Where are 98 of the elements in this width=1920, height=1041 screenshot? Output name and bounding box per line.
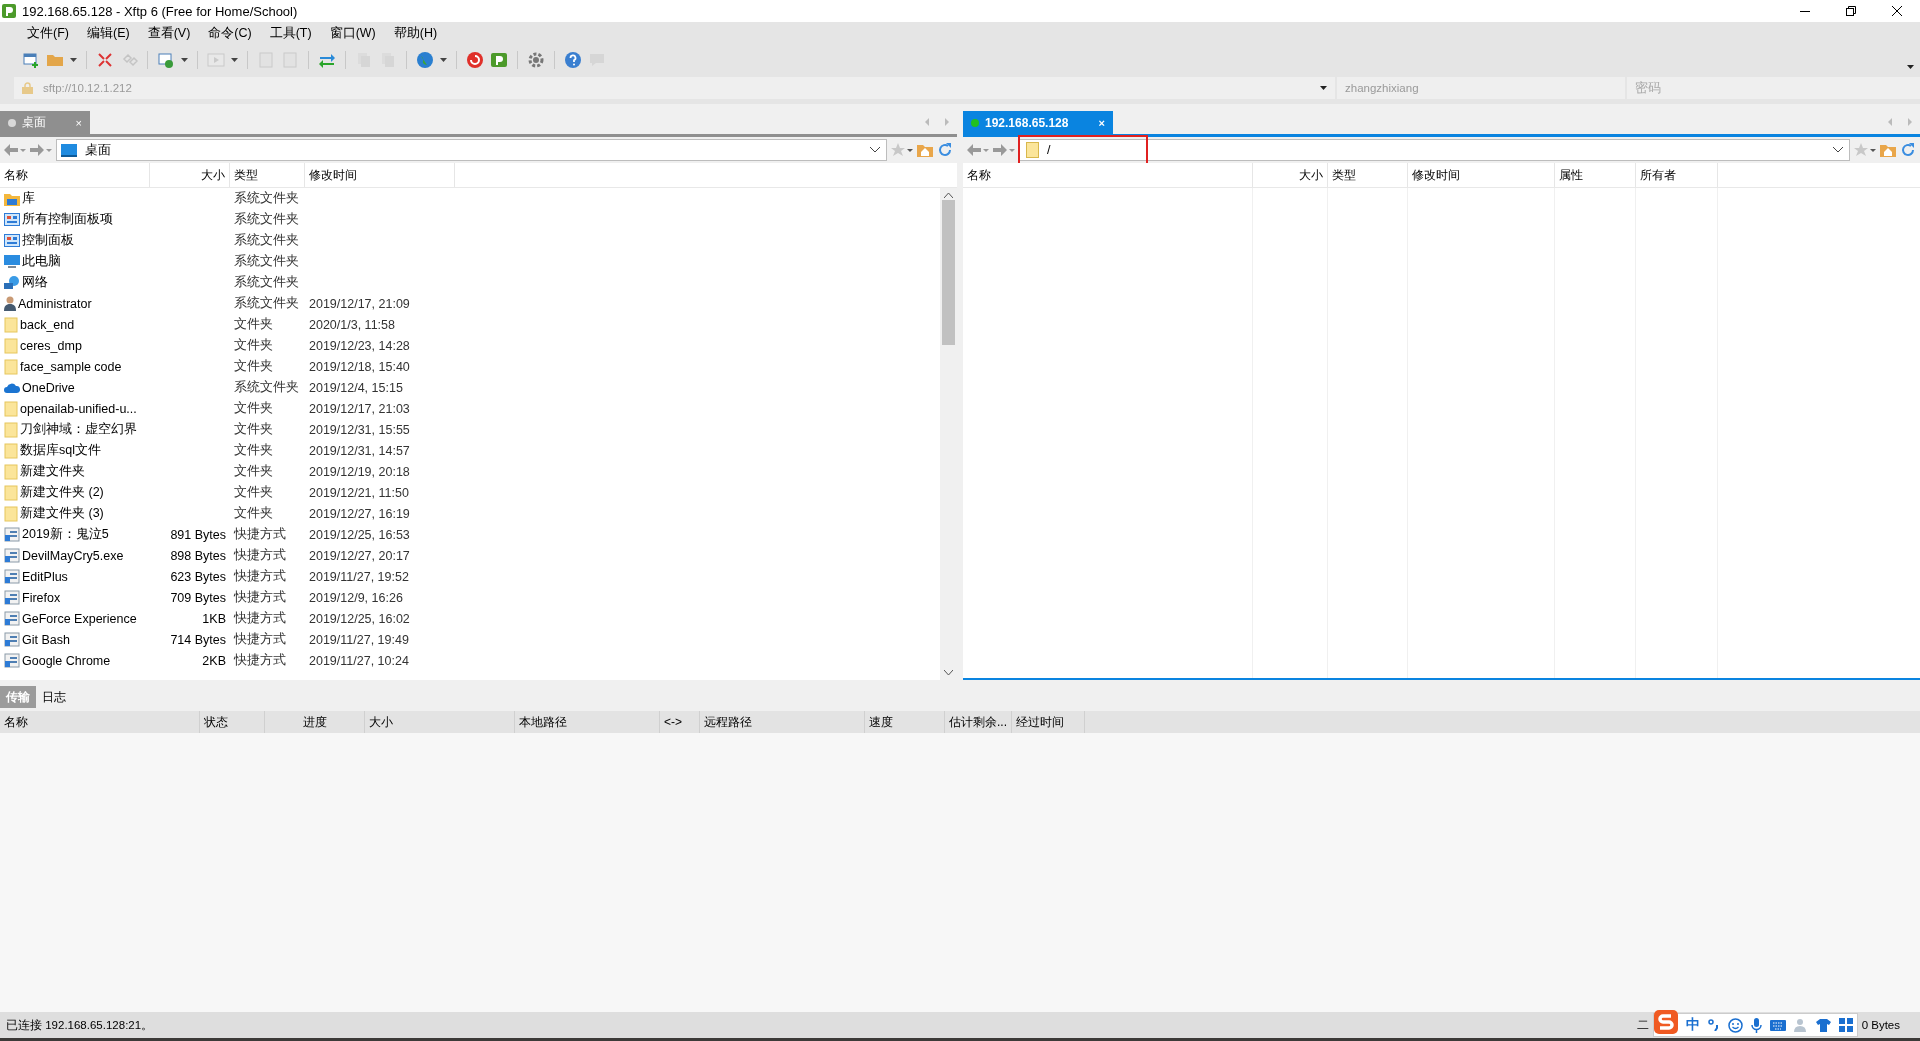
file-name[interactable]: GeForce Experience	[22, 611, 137, 626]
file-size: 2KB	[202, 653, 226, 668]
file-name[interactable]: Administrator	[18, 296, 92, 311]
file-type: 系统文件夹	[234, 274, 299, 291]
file-name[interactable]: openailab-unified-u...	[20, 401, 137, 416]
menu-item[interactable]: 查看(V)	[138, 24, 200, 42]
modified-time: 2019/11/27, 19:49	[309, 632, 409, 647]
modified-time: 2019/12/17, 21:09	[309, 296, 410, 311]
window-title: 192.168.65.128 - Xftp 6 (Free for Home/School)	[22, 3, 299, 19]
modified-time: 2020/1/3, 11:58	[309, 317, 395, 332]
file-type: 系统文件夹	[234, 295, 299, 312]
file-type: 快捷方式	[234, 568, 286, 585]
file-name[interactable]: 网络	[22, 274, 48, 291]
file-name[interactable]: 2019新：鬼泣5	[22, 526, 109, 543]
file-type: 快捷方式	[234, 547, 286, 564]
menu-item[interactable]: 帮助(H)	[384, 24, 447, 42]
column-header[interactable]: 类型	[1328, 163, 1408, 187]
modified-time: 2019/12/17, 21:03	[309, 401, 410, 416]
menu-item[interactable]: 窗口(W)	[320, 24, 385, 42]
password-field[interactable]: 密码	[1627, 77, 1920, 99]
modified-time: 2019/12/21, 11:50	[309, 485, 409, 500]
file-size: 709 Bytes	[170, 590, 226, 605]
panel-tab[interactable]: 日志	[36, 686, 72, 708]
file-type: 快捷方式	[234, 631, 286, 648]
modified-time: 2019/12/18, 15:40	[309, 359, 410, 374]
file-type: 文件夹	[234, 421, 273, 438]
column-header[interactable]: 类型	[230, 163, 305, 187]
file-name[interactable]: 新建文件夹 (3)	[20, 505, 104, 522]
modified-time: 2019/12/31, 15:55	[309, 422, 410, 437]
file-type: 系统文件夹	[234, 379, 299, 396]
file-type: 文件夹	[234, 358, 273, 375]
file-size: 714 Bytes	[170, 632, 226, 647]
menu-item[interactable]: 工具(T)	[260, 24, 321, 42]
column-header[interactable]: 名称	[963, 163, 1253, 187]
ime-mode[interactable]: 中	[1685, 1016, 1700, 1034]
file-name[interactable]: face_sample code	[20, 359, 122, 374]
file-type: 文件夹	[234, 316, 273, 333]
file-name[interactable]: OneDrive	[22, 380, 75, 395]
file-name[interactable]: 新建文件夹 (2)	[20, 484, 104, 501]
column-header[interactable]: 名称	[0, 163, 150, 187]
modified-time: 2019/12/25, 16:02	[309, 611, 410, 626]
ime-toolbar[interactable]: 中	[1652, 1013, 1858, 1037]
modified-time: 2019/12/25, 16:53	[309, 527, 410, 542]
status-text: 二	[1636, 1017, 1649, 1033]
file-name[interactable]: DevilMayCry5.exe	[22, 548, 124, 563]
file-size: 891 Bytes	[170, 527, 226, 542]
file-type: 快捷方式	[234, 526, 286, 543]
modified-time: 2019/12/9, 16:26	[309, 590, 403, 605]
column-header[interactable]: 修改时间	[305, 163, 455, 187]
file-name[interactable]: Git Bash	[22, 632, 70, 647]
file-type: 文件夹	[234, 400, 273, 417]
transfer-size: 0 Bytes	[1860, 1019, 1901, 1031]
modified-time: 2019/11/27, 10:24	[309, 653, 409, 668]
modified-time: 2019/11/27, 19:52	[309, 569, 409, 584]
file-name[interactable]: 数据库sql文件	[20, 442, 101, 459]
file-type: 文件夹	[234, 442, 273, 459]
file-size: 1KB	[202, 611, 226, 626]
modified-time: 2019/12/19, 20:18	[309, 464, 410, 479]
file-type: 快捷方式	[234, 652, 286, 669]
path-field[interactable]: 桌面	[56, 139, 887, 161]
column-header[interactable]: 所有者	[1636, 163, 1718, 187]
file-name[interactable]: 此电脑	[22, 253, 61, 270]
file-type: 文件夹	[234, 505, 273, 522]
file-type: 系统文件夹	[234, 211, 299, 228]
file-type: 系统文件夹	[234, 190, 299, 207]
column-header[interactable]: 大小	[1253, 163, 1328, 187]
menu-item[interactable]: 编辑(E)	[77, 24, 139, 42]
file-name[interactable]: 新建文件夹	[20, 463, 85, 480]
file-name[interactable]: Google Chrome	[22, 653, 111, 668]
file-name[interactable]: ceres_dmp	[20, 338, 82, 353]
modified-time: 2019/12/31, 14:57	[309, 443, 410, 458]
status-message: 已连接 192.168.65.128:21。	[6, 1017, 154, 1033]
file-name[interactable]: EditPlus	[22, 569, 68, 584]
modified-time: 2019/12/27, 20:17	[309, 548, 410, 563]
menu-item[interactable]: 命令(C)	[199, 24, 261, 42]
file-name[interactable]: 控制面板	[22, 232, 74, 249]
file-type: 文件夹	[234, 484, 273, 501]
file-name[interactable]: 库	[22, 190, 35, 207]
file-name[interactable]: 刀剑神域：虚空幻界	[20, 421, 137, 438]
file-size: 623 Bytes	[170, 569, 226, 584]
file-type: 文件夹	[234, 463, 273, 480]
column-header[interactable]: 修改时间	[1408, 163, 1555, 187]
file-type: 快捷方式	[234, 589, 286, 606]
column-header[interactable]: 大小	[150, 163, 230, 187]
file-type: 系统文件夹	[234, 253, 299, 270]
file-name[interactable]: Firefox	[22, 590, 61, 605]
file-name[interactable]: 所有控制面板项	[22, 211, 113, 228]
file-type: 快捷方式	[234, 610, 286, 627]
modified-time: 2019/12/4, 15:15	[309, 380, 403, 395]
modified-time: 2019/12/23, 14:28	[309, 338, 410, 353]
file-name[interactable]: back_end	[20, 317, 75, 332]
menu-item[interactable]: 文件(F)	[18, 24, 78, 42]
column-header[interactable]: 属性	[1555, 163, 1636, 187]
modified-time: 2019/12/27, 16:19	[309, 506, 410, 521]
file-type: 文件夹	[234, 337, 273, 354]
file-size: 898 Bytes	[170, 548, 226, 563]
pane-tab[interactable]: 192.168.65.128 ×	[963, 111, 1113, 134]
file-type: 系统文件夹	[234, 232, 299, 249]
